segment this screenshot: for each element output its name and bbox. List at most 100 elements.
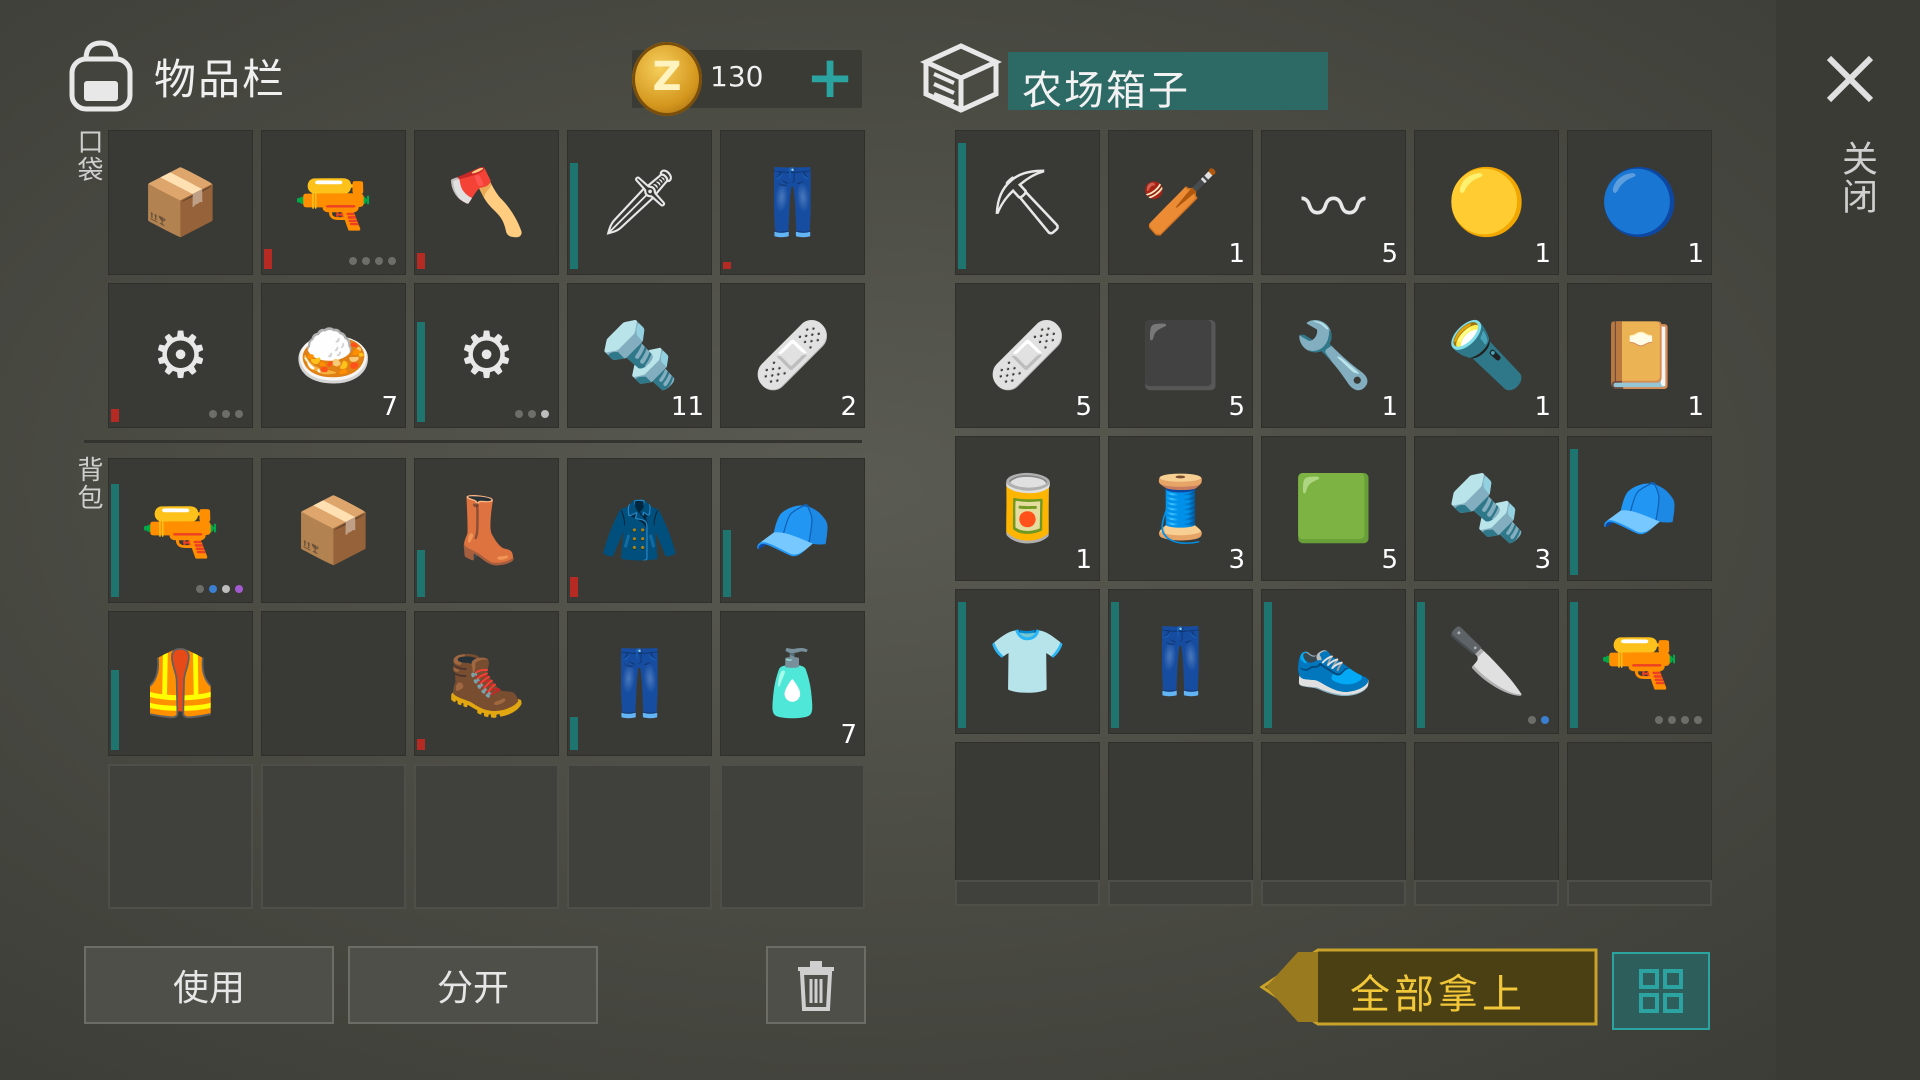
glue-icon: 🧴 — [752, 647, 833, 721]
inventory-slot[interactable]: ⛏ — [955, 130, 1100, 275]
empty-slot[interactable] — [261, 611, 406, 756]
empty-slot[interactable] — [1261, 880, 1406, 906]
durability-bar — [1111, 602, 1119, 728]
empty-slot[interactable] — [1567, 742, 1712, 887]
split-button[interactable]: 分开 — [348, 946, 598, 1024]
inventory-slot[interactable]: 🔩 3 — [1414, 436, 1559, 581]
empty-slot[interactable] — [955, 880, 1100, 906]
inventory-slot[interactable]: 🧢 — [720, 458, 865, 603]
upgrade-dot — [528, 410, 536, 418]
bandage-icon: 🩹 — [987, 319, 1068, 393]
durability-bar — [958, 602, 966, 728]
empty-slot[interactable] — [261, 764, 406, 909]
inventory-slot[interactable]: 〰 5 — [1261, 130, 1406, 275]
empty-slot[interactable] — [1108, 880, 1253, 906]
inventory-slot[interactable]: 🪓 — [414, 130, 559, 275]
inventory-slot[interactable]: 👢 — [414, 458, 559, 603]
inventory-slot[interactable]: ⚙ — [414, 283, 559, 428]
durability-bar — [1264, 602, 1272, 728]
inventory-slot[interactable]: 🩹 2 — [720, 283, 865, 428]
food-plate-icon: 🍛 — [293, 319, 374, 393]
item-quantity: 5 — [1381, 545, 1398, 575]
inventory-slot[interactable]: 👟 — [1261, 589, 1406, 734]
inventory-slot[interactable]: 👖 — [1108, 589, 1253, 734]
box-grid-overflow — [955, 880, 1735, 906]
durability-bar — [264, 249, 272, 269]
inventory-slot[interactable]: 🍛 7 — [261, 283, 406, 428]
inventory-slot[interactable]: 🥫 1 — [955, 436, 1100, 581]
use-button[interactable]: 使用 — [84, 946, 334, 1024]
inventory-slot[interactable]: 🔩 11 — [567, 283, 712, 428]
cardboard-box-icon: 📦 — [293, 494, 374, 568]
inventory-slot[interactable]: 👖 — [567, 611, 712, 756]
upgrade-dot — [541, 410, 549, 418]
empty-slot[interactable] — [1567, 880, 1712, 906]
empty-slot[interactable] — [955, 742, 1100, 887]
inventory-slot[interactable]: 🔧 1 — [1261, 283, 1406, 428]
inventory-slot[interactable]: 🔪 — [1414, 589, 1559, 734]
sawblade-mace-icon: ⚙ — [151, 318, 210, 393]
inventory-slot[interactable]: 🔦 1 — [1414, 283, 1559, 428]
empty-slot[interactable] — [567, 764, 712, 909]
upgrade-dot — [209, 585, 217, 593]
trash-button[interactable] — [766, 946, 866, 1024]
inventory-slot[interactable]: 🔵 1 — [1567, 130, 1712, 275]
empty-slot[interactable] — [1261, 742, 1406, 887]
durability-bar — [1570, 602, 1578, 728]
durability-bar — [417, 739, 425, 750]
upgrade-dot — [515, 410, 523, 418]
hatchet-icon: 🪓 — [446, 166, 527, 240]
durability-bar — [417, 322, 425, 422]
durability-bar — [111, 409, 119, 422]
empty-slot[interactable] — [414, 764, 559, 909]
box-title: 农场箱子 — [1022, 68, 1190, 114]
crate-icon — [920, 43, 1002, 113]
empty-slot[interactable] — [720, 764, 865, 909]
item-quantity: 11 — [670, 392, 704, 422]
take-all-button[interactable]: 全部拿上 — [1258, 948, 1598, 1026]
durability-bar — [723, 530, 731, 597]
inventory-slot[interactable]: 📦 — [108, 130, 253, 275]
add-coins-button[interactable]: + — [800, 48, 860, 108]
empty-slot[interactable] — [1414, 880, 1559, 906]
close-label[interactable]: 关闭 — [1830, 140, 1882, 216]
upgrade-dots — [515, 410, 549, 418]
inventory-slot[interactable]: 👖 — [720, 130, 865, 275]
upgrade-dot — [235, 410, 243, 418]
armor-vest-icon: 🦺 — [140, 647, 221, 721]
grid-view-button[interactable] — [1612, 952, 1710, 1030]
flashlight-icon: 🔦 — [1446, 319, 1527, 393]
close-button[interactable] — [1820, 52, 1880, 112]
empty-slot[interactable] — [1414, 742, 1559, 887]
durability-bar — [570, 163, 578, 269]
jeans-icon: 👖 — [1140, 625, 1221, 699]
inventory-slot[interactable]: 🦺 — [108, 611, 253, 756]
inventory-slot[interactable]: 👕 — [955, 589, 1100, 734]
inventory-slot[interactable]: 🧢 — [1567, 436, 1712, 581]
inventory-slot[interactable]: 🗡 — [567, 130, 712, 275]
inventory-slot[interactable]: 🔫 — [1567, 589, 1712, 734]
inventory-slot[interactable]: 🧵 3 — [1108, 436, 1253, 581]
inventory-slot[interactable]: ⬛ 5 — [1108, 283, 1253, 428]
inventory-slot[interactable]: 🟩 5 — [1261, 436, 1406, 581]
upgrade-dots — [209, 410, 243, 418]
inventory-slot[interactable]: ⚙ — [108, 283, 253, 428]
durability-bar — [417, 253, 425, 269]
grid-view-icon — [1639, 969, 1683, 1013]
inventory-slot[interactable]: 🧴 7 — [720, 611, 865, 756]
inventory-slot[interactable]: 🩹 5 — [955, 283, 1100, 428]
empty-slot[interactable] — [1108, 742, 1253, 887]
inventory-slot[interactable]: 🔫 — [261, 130, 406, 275]
inventory-slot[interactable]: 📦 — [261, 458, 406, 603]
empty-slot[interactable] — [108, 764, 253, 909]
inventory-slot[interactable]: 🥾 — [414, 611, 559, 756]
inventory-slot[interactable]: 🧥 — [567, 458, 712, 603]
backpack-label: 背包 — [73, 456, 103, 512]
inventory-slot[interactable]: 🔫 — [108, 458, 253, 603]
close-icon — [1826, 55, 1874, 103]
inventory-slot[interactable]: 📔 1 — [1567, 283, 1712, 428]
inventory-slot[interactable]: 🟡 1 — [1414, 130, 1559, 275]
upgrade-dot — [388, 257, 396, 265]
patched-pants-icon: 👖 — [599, 647, 680, 721]
inventory-slot[interactable]: 🏏 1 — [1108, 130, 1253, 275]
